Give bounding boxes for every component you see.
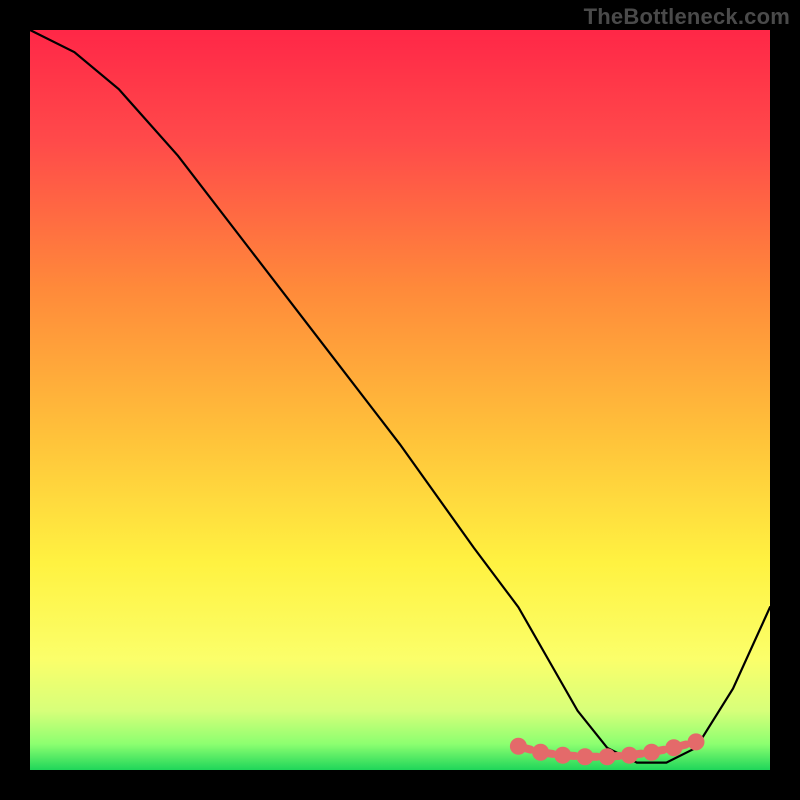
- plot-background: [30, 30, 770, 770]
- bottleneck-chart: [0, 0, 800, 800]
- chart-frame: { "watermark": "TheBottleneck.com", "plo…: [0, 0, 800, 800]
